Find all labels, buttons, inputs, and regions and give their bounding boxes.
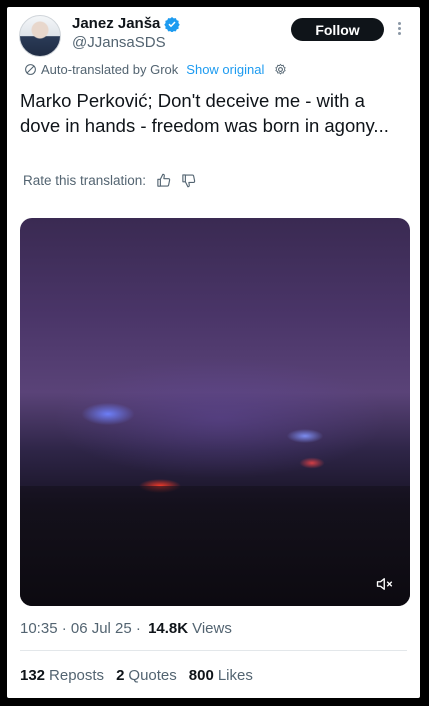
translation-notice: Auto-translated by Grok Show original — [24, 62, 291, 77]
thumbs-down-icon[interactable] — [181, 173, 196, 188]
crowd-silhouette — [20, 486, 410, 606]
likes-label: Likes — [217, 667, 253, 684]
gear-icon[interactable] — [274, 63, 287, 76]
tweet-card: Janez Janša @JJansaSDS Follow Auto-trans… — [7, 7, 420, 698]
reposts-label: Reposts — [49, 667, 105, 684]
likes-count: 800 — [188, 667, 214, 684]
author-handle[interactable]: @JJansaSDS — [72, 34, 166, 51]
video-player[interactable] — [20, 218, 410, 606]
rate-translation-label: Rate this translation: — [23, 173, 147, 188]
translation-notice-text: Auto-translated by Grok — [41, 62, 179, 77]
thumbs-up-icon[interactable] — [156, 173, 171, 188]
views-count: 14.8K — [148, 620, 189, 637]
timestamp[interactable]: 10:35 · 06 Jul 25 · — [20, 620, 145, 637]
divider — [20, 650, 407, 651]
engagement-stats: 132 Reposts 2 Quotes 800 Likes — [20, 667, 265, 684]
tweet-meta: 10:35 · 06 Jul 25 · 14.8K Views — [20, 620, 232, 637]
verified-badge-icon — [164, 16, 181, 32]
quotes-label: Quotes — [128, 667, 177, 684]
reposts-stat[interactable]: 132 Reposts — [20, 667, 104, 684]
quotes-count: 2 — [116, 667, 125, 684]
mute-icon[interactable] — [376, 576, 394, 592]
author-name-row: Janez Janša — [72, 15, 181, 32]
reposts-count: 132 — [20, 667, 46, 684]
views-label: Views — [192, 620, 232, 637]
likes-stat[interactable]: 800 Likes — [189, 667, 253, 684]
quotes-stat[interactable]: 2 Quotes — [116, 667, 177, 684]
rate-translation: Rate this translation: — [23, 173, 196, 188]
tweet-text: Marko Perković; Don't deceive me - with … — [20, 90, 389, 136]
translate-icon — [25, 64, 36, 75]
follow-button[interactable]: Follow — [291, 18, 384, 41]
avatar[interactable] — [19, 15, 61, 57]
author-name[interactable]: Janez Janša — [72, 15, 160, 32]
show-original-link[interactable]: Show original — [186, 62, 264, 77]
more-options-icon[interactable] — [395, 20, 403, 38]
